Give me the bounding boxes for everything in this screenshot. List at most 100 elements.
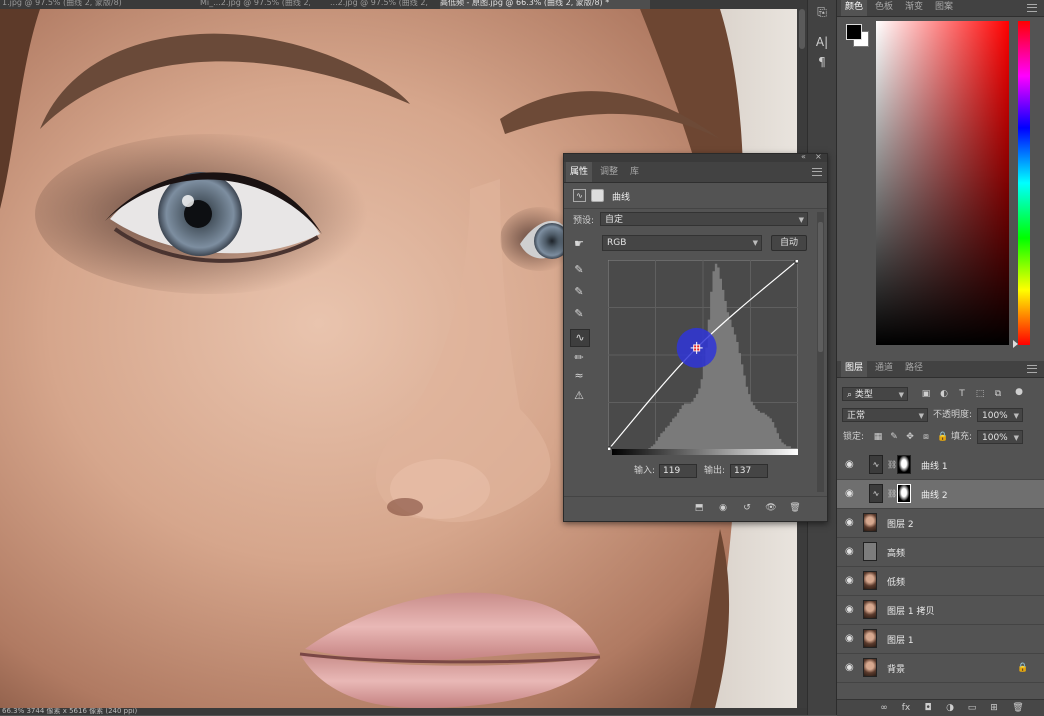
layer-row[interactable]: ◉ 背景 🔒 — [837, 654, 1044, 683]
layer-mask-thumbnail[interactable] — [897, 484, 911, 503]
visibility-eye-icon[interactable]: ◉ — [845, 634, 855, 644]
curves-adjustment-icon[interactable]: ∿ — [573, 189, 586, 202]
visibility-eye-icon[interactable]: ◉ — [845, 460, 855, 470]
layer-row[interactable]: ◉ 图层 2 — [837, 509, 1044, 538]
hue-slider-pointer[interactable] — [1013, 340, 1018, 348]
tab-adjustments[interactable]: 调整 — [596, 162, 622, 182]
add-mask-icon[interactable]: ◘ — [921, 702, 935, 714]
layer-row[interactable]: ◉ ∿ ⛓ 曲线 1 — [837, 451, 1044, 480]
document-tab[interactable]: Mi_...2.jpg @ 97.5% (曲线 2, 蒙版/8) * — [200, 0, 310, 9]
mask-properties-icon[interactable] — [591, 189, 604, 202]
link-icon[interactable]: ⛓ — [887, 489, 897, 498]
input-value-field[interactable]: 119 — [659, 464, 697, 478]
lock-image-icon[interactable]: ✎ — [889, 432, 899, 442]
input-output-row: 输入: 119 输出: 137 — [564, 464, 827, 482]
filter-shape-icon[interactable]: ⬚ — [975, 389, 985, 399]
fx-icon[interactable]: fx — [899, 702, 913, 714]
filter-pixel-icon[interactable]: ▣ — [921, 389, 931, 399]
delete-layer-icon[interactable]: 🗑 — [1011, 702, 1025, 714]
layer-row[interactable]: ◉ 图层 1 拷贝 — [837, 596, 1044, 625]
opacity-input[interactable]: 100% ▼ — [977, 408, 1023, 422]
properties-scrollbar[interactable] — [817, 212, 824, 492]
curve-endpoint[interactable] — [608, 446, 612, 450]
collapse-icon[interactable]: « — [801, 152, 806, 161]
output-value-field[interactable]: 137 — [730, 464, 768, 478]
smooth-icon[interactable]: ≈ — [570, 368, 588, 384]
reset-icon[interactable]: ↺ — [740, 502, 754, 514]
curves-graph[interactable] — [608, 260, 798, 450]
panel-menu-icon[interactable] — [1027, 365, 1037, 373]
tab-paths[interactable]: 路径 — [901, 361, 927, 377]
tab-gradients[interactable]: 渐变 — [901, 0, 927, 16]
new-adjustment-layer-icon[interactable]: ◑ — [943, 702, 957, 714]
visibility-eye-icon[interactable]: ◉ — [845, 489, 855, 499]
lock-position-icon[interactable]: ✥ — [905, 432, 915, 442]
curve-endpoint[interactable] — [794, 260, 798, 264]
panel-menu-icon[interactable] — [812, 168, 822, 176]
scrollbar-thumb[interactable] — [818, 222, 823, 352]
tab-libraries[interactable]: 库 — [626, 162, 643, 182]
color-picker-field[interactable] — [876, 21, 1009, 345]
panel-title-strip[interactable]: « × — [564, 152, 827, 162]
tab-properties[interactable]: 属性 — [566, 162, 593, 182]
panel-menu-icon[interactable] — [1027, 4, 1037, 12]
gray-point-eyedropper-icon[interactable]: ✎ — [570, 284, 588, 300]
close-icon[interactable]: × — [815, 152, 822, 161]
filter-adjustment-icon[interactable]: ◐ — [939, 389, 949, 399]
preset-select[interactable]: 自定 ▼ — [600, 212, 808, 226]
lock-transparent-icon[interactable]: ▦ — [873, 432, 883, 442]
layer-row-selected[interactable]: ◉ ∿ ⛓ 曲线 2 — [837, 480, 1044, 509]
filter-toggle-icon[interactable]: ● — [1014, 387, 1024, 397]
paragraph-icon[interactable]: ¶ — [813, 54, 831, 70]
channel-select[interactable]: RGB ▼ — [602, 235, 762, 251]
scrollbar-thumb[interactable] — [799, 9, 805, 49]
document-tab[interactable]: 1.jpg @ 97.5% (曲线 2, 蒙版/8) * — [2, 0, 122, 9]
visibility-eye-icon[interactable]: ◉ — [845, 663, 855, 673]
tab-patterns[interactable]: 图案 — [931, 0, 957, 16]
layer-row[interactable]: ◉ 低频 — [837, 567, 1044, 596]
history-icon[interactable]: ⎘ — [813, 4, 831, 20]
link-icon[interactable]: ⛓ — [887, 460, 897, 469]
visibility-eye-icon[interactable]: ◉ — [845, 547, 855, 557]
on-image-adjust-icon[interactable]: ☛ — [570, 236, 588, 252]
document-tab[interactable]: ...2.jpg @ 97.5% (曲线 2, 蒙版/8) * — [330, 0, 430, 9]
auto-button[interactable]: 自动 — [771, 235, 807, 251]
link-layers-icon[interactable]: ∞ — [877, 702, 891, 714]
visibility-eye-icon[interactable]: ◉ — [845, 576, 855, 586]
black-point-eyedropper-icon[interactable]: ✎ — [570, 262, 588, 278]
visibility-icon[interactable]: 👁 — [764, 502, 778, 514]
tab-swatches[interactable]: 色板 — [871, 0, 897, 16]
properties-footer: ⬒ ◉ ↺ 👁 🗑 — [564, 496, 827, 521]
visibility-eye-icon[interactable]: ◉ — [845, 518, 855, 528]
layer-filter-select[interactable]: ⌕ 类型 ▼ — [842, 387, 908, 401]
view-previous-state-icon[interactable]: ◉ — [716, 502, 730, 514]
tab-layers[interactable]: 图层 — [841, 361, 868, 377]
blend-mode-select[interactable]: 正常 ▼ — [842, 408, 928, 422]
white-point-eyedropper-icon[interactable]: ✎ — [570, 306, 588, 322]
character-icon[interactable]: A| — [813, 34, 831, 50]
filter-type-icon[interactable]: T — [957, 389, 967, 399]
new-layer-icon[interactable]: ⊞ — [987, 702, 1001, 714]
color-panel-tabs: 颜色 色板 渐变 图案 — [837, 0, 1044, 17]
layer-row[interactable]: ◉ 图层 1 — [837, 625, 1044, 654]
filter-smart-object-icon[interactable]: ⧉ — [993, 389, 1003, 399]
document-tab-active[interactable]: 高低频 - 原图.jpg @ 66.3% (曲线 2, 蒙版/8) * — [440, 0, 650, 9]
clip-to-layer-icon[interactable]: ⬒ — [692, 502, 706, 514]
delete-icon[interactable]: 🗑 — [788, 502, 802, 514]
layer-mask-thumbnail[interactable] — [897, 455, 911, 474]
curve-point-tool-icon[interactable]: ∿ — [570, 329, 590, 347]
visibility-eye-icon[interactable]: ◉ — [845, 605, 855, 615]
layer-name: 图层 1 — [887, 636, 914, 646]
status-bar: 66.3% 3744 像素 x 5616 像素 (240 ppi) — [0, 708, 837, 715]
new-group-icon[interactable]: ▭ — [965, 702, 979, 714]
pencil-tool-icon[interactable]: ✏ — [570, 350, 588, 366]
fill-input[interactable]: 100% ▼ — [977, 430, 1023, 444]
lock-all-icon[interactable]: 🔒 — [937, 432, 948, 442]
hue-slider[interactable] — [1018, 21, 1030, 345]
tab-color[interactable]: 颜色 — [841, 0, 868, 16]
lock-artboard-icon[interactable]: ⧈ — [921, 432, 931, 442]
layer-row[interactable]: ◉ 高频 — [837, 538, 1044, 567]
foreground-color-swatch[interactable] — [846, 24, 862, 40]
clipping-warning-icon[interactable]: ⚠ — [570, 388, 588, 404]
tab-channels[interactable]: 通道 — [871, 361, 897, 377]
